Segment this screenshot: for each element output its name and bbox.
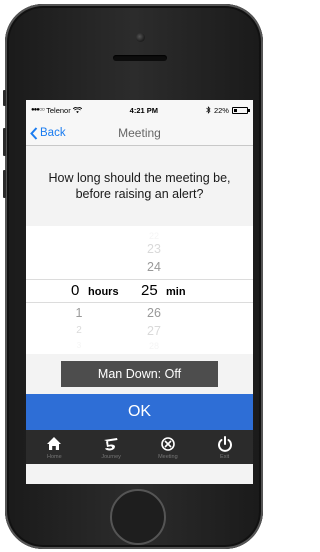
tab-home-label: Home [47, 453, 62, 460]
minutes-option[interactable]: 26 [139, 305, 169, 321]
question-text: How long should the meeting be, before r… [26, 146, 253, 226]
man-down-toggle-button[interactable]: Man Down: Off [61, 361, 218, 387]
volume-up-button [3, 128, 6, 156]
hours-option[interactable]: 1 [74, 305, 84, 321]
ok-button[interactable]: OK [26, 394, 253, 430]
app-screen: ●●●○○ Telenor 4:21 PM 22% Back Meeting H… [26, 100, 253, 484]
minutes-option[interactable]: 24 [139, 259, 169, 275]
tab-exit[interactable]: Exit [196, 430, 253, 464]
picker-selected-row: 0 hours 25 min [26, 280, 253, 302]
carrier-signal: ●●●○○ Telenor [31, 106, 82, 115]
journey-icon [102, 435, 120, 453]
tab-meeting[interactable]: Meeting [140, 430, 197, 464]
battery-percent: 22% [213, 105, 229, 115]
earpiece-speaker [113, 55, 167, 61]
duration-picker[interactable]: 22 23 24 0 hours 25 min 1 26 2 27 3 28 [26, 226, 253, 354]
tab-home[interactable]: Home [26, 430, 83, 464]
minutes-selected-value[interactable]: 25 [141, 280, 158, 302]
chevron-left-icon [30, 126, 38, 140]
picker-row: 23 [26, 241, 253, 257]
battery-status: 22% [206, 105, 250, 115]
meeting-icon [160, 435, 176, 453]
tab-meeting-label: Meeting [158, 453, 178, 460]
status-time: 4:21 PM [129, 105, 159, 115]
carrier-name: Telenor [46, 105, 71, 115]
picker-row: 1 26 [26, 305, 253, 321]
hours-option[interactable]: 3 [74, 338, 84, 354]
wifi-icon [72, 106, 82, 113]
power-icon [217, 435, 233, 453]
home-button[interactable] [110, 489, 166, 545]
picker-selection-bottom-line [26, 302, 253, 303]
battery-icon [231, 106, 250, 114]
volume-down-button [3, 170, 6, 198]
back-button[interactable]: Back [30, 120, 66, 146]
hours-unit-label: hours [88, 286, 119, 298]
tab-exit-label: Exit [220, 453, 230, 460]
picker-row: 2 27 [26, 323, 253, 339]
minutes-option[interactable]: 27 [139, 323, 169, 339]
front-camera [136, 33, 145, 42]
tab-bar: Home Journey Meeting Exit [26, 430, 253, 464]
navigation-bar: Back Meeting [26, 120, 253, 146]
minutes-unit-label: min [166, 286, 186, 298]
hours-option[interactable]: 2 [74, 323, 84, 339]
picker-row: 3 28 [26, 338, 253, 354]
mute-switch [3, 90, 6, 106]
page-title: Meeting [118, 125, 161, 140]
tab-journey-label: Journey [101, 453, 121, 460]
battery-fill [233, 108, 237, 112]
minutes-option[interactable]: 23 [139, 241, 169, 257]
tab-journey[interactable]: Journey [83, 430, 140, 464]
back-label: Back [40, 127, 66, 139]
man-down-area: Man Down: Off [26, 354, 253, 394]
status-bar: ●●●○○ Telenor 4:21 PM 22% [26, 100, 253, 120]
minutes-option[interactable]: 28 [139, 338, 169, 354]
bluetooth-icon [206, 106, 211, 114]
picker-row: 24 [26, 259, 253, 275]
signal-dots-icon: ●●●○○ [31, 107, 45, 113]
hours-selected-value[interactable]: 0 [71, 280, 79, 302]
home-icon [46, 435, 62, 453]
